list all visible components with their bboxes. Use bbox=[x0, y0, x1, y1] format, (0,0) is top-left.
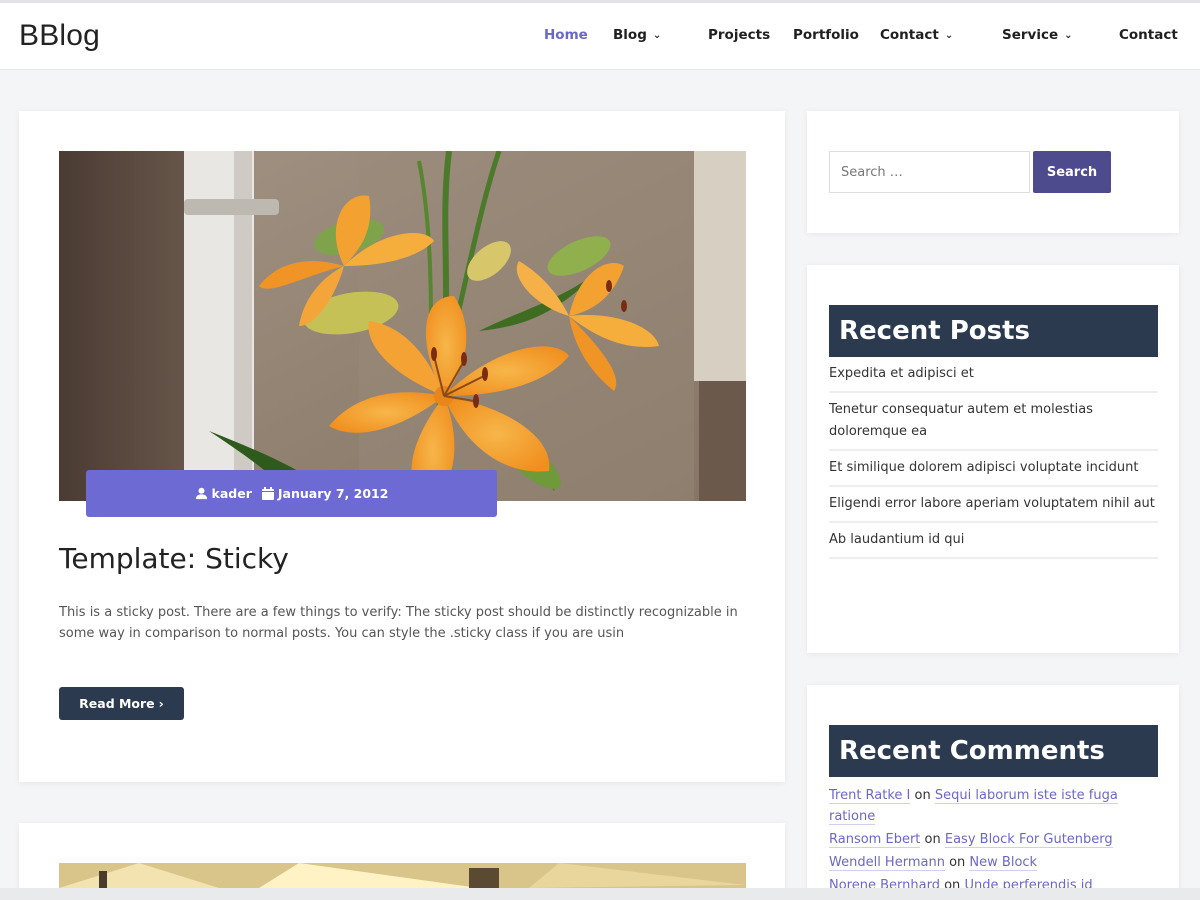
chevron-down-icon: ⌄ bbox=[653, 30, 661, 41]
post-date-text: January 7, 2012 bbox=[278, 486, 389, 501]
nav-home[interactable]: Home bbox=[544, 27, 588, 43]
nav-contact-label-2: Contact bbox=[1119, 27, 1178, 43]
lily-flower-photo bbox=[59, 151, 746, 501]
nav-projects-label: Projects bbox=[708, 27, 770, 43]
calendar-icon bbox=[262, 487, 274, 500]
chevron-down-icon: ⌄ bbox=[1064, 30, 1072, 41]
nav-portfolio-label: Portfolio bbox=[793, 27, 859, 43]
recent-post-link[interactable]: Expedita et adipisci et bbox=[829, 357, 1158, 393]
comment-connector: on bbox=[915, 788, 931, 803]
read-more-label: Read More bbox=[79, 696, 155, 711]
comment-connector: on bbox=[925, 832, 941, 847]
chevron-down-icon: ⌄ bbox=[945, 30, 953, 41]
chevron-right-icon: › bbox=[159, 696, 164, 711]
post-title[interactable]: Template: Sticky bbox=[59, 542, 289, 575]
search-button[interactable]: Search bbox=[1033, 151, 1111, 193]
post-featured-image[interactable] bbox=[59, 151, 746, 501]
nav-projects[interactable]: Projects bbox=[708, 27, 770, 43]
post-card: kader January 7, 2012 Template: Sticky T… bbox=[19, 111, 785, 782]
recent-post-link[interactable]: Tenetur consequatur autem et molestias d… bbox=[829, 393, 1158, 451]
comment-post-link[interactable]: New Block bbox=[969, 855, 1037, 871]
comment-item: Trent Ratke I on Sequi laborum iste iste… bbox=[829, 785, 1158, 829]
nav-service[interactable]: Service ⌄ bbox=[1002, 27, 1073, 43]
comment-connector: on bbox=[949, 855, 965, 870]
search-widget: Search … Search bbox=[807, 111, 1179, 233]
recent-comments-title: Recent Comments bbox=[829, 725, 1158, 777]
comment-item: Wendell Hermann on New Block bbox=[829, 852, 1158, 875]
search-placeholder: Search … bbox=[841, 165, 903, 180]
nav-contact[interactable]: Contact bbox=[1119, 27, 1178, 43]
site-logo[interactable]: BBlog bbox=[19, 19, 100, 53]
site-header: BBlog Home Blog ⌄ Projects Portfolio Cont… bbox=[0, 3, 1200, 70]
post-author-name: kader bbox=[212, 486, 252, 501]
post-meta-bar: kader January 7, 2012 bbox=[86, 470, 497, 517]
nav-contact-dropdown[interactable]: Contact ⌄ bbox=[880, 27, 953, 43]
read-more-button[interactable]: Read More › bbox=[59, 687, 184, 720]
recent-post-link[interactable]: Ab laudantium id qui bbox=[829, 523, 1158, 559]
recent-comments-widget: Recent Comments Trent Ratke I on Sequi l… bbox=[807, 685, 1179, 900]
comment-post-link[interactable]: Easy Block For Gutenberg bbox=[945, 832, 1113, 848]
recent-comments-list: Trent Ratke I on Sequi laborum iste iste… bbox=[829, 785, 1158, 898]
comment-author-link[interactable]: Trent Ratke I bbox=[829, 788, 910, 804]
recent-post-link[interactable]: Et similique dolorem adipisci voluptate … bbox=[829, 451, 1158, 487]
search-input[interactable]: Search … bbox=[829, 151, 1030, 193]
recent-posts-list: Expedita et adipisci et Tenetur consequa… bbox=[829, 357, 1158, 559]
user-icon bbox=[195, 487, 208, 500]
post-excerpt: This is a sticky post. There are a few t… bbox=[59, 602, 749, 644]
horizontal-scrollbar[interactable] bbox=[0, 888, 1200, 900]
nav-blog[interactable]: Blog ⌄ bbox=[613, 27, 661, 43]
nav-portfolio[interactable]: Portfolio bbox=[793, 27, 859, 43]
comment-author-link[interactable]: Ransom Ebert bbox=[829, 832, 920, 848]
recent-post-link[interactable]: Eligendi error labore aperiam voluptatem… bbox=[829, 487, 1158, 523]
comment-item: Ransom Ebert on Easy Block For Gutenberg bbox=[829, 829, 1158, 852]
comment-author-link[interactable]: Wendell Hermann bbox=[829, 855, 945, 871]
nav-blog-label: Blog bbox=[613, 27, 647, 43]
recent-posts-widget: Recent Posts Expedita et adipisci et Ten… bbox=[807, 265, 1179, 653]
recent-posts-title: Recent Posts bbox=[829, 305, 1158, 357]
post-date[interactable]: January 7, 2012 bbox=[262, 486, 389, 501]
post-author[interactable]: kader bbox=[195, 486, 252, 501]
nav-home-label: Home bbox=[544, 27, 588, 43]
nav-service-label: Service bbox=[1002, 27, 1058, 43]
nav-contact-label: Contact bbox=[880, 27, 939, 43]
